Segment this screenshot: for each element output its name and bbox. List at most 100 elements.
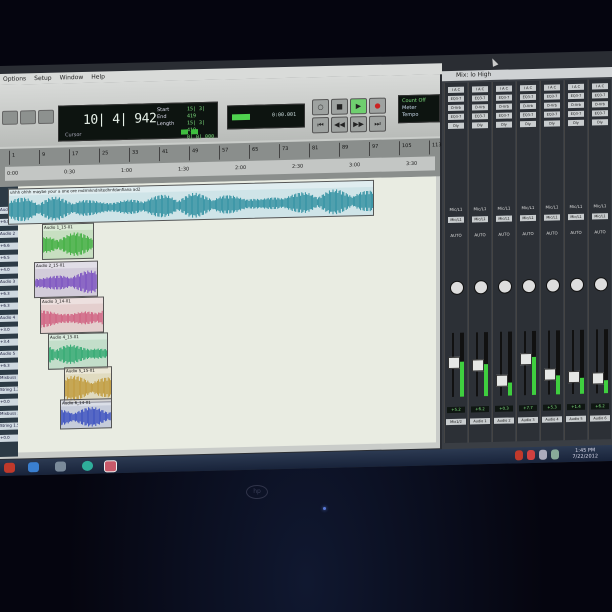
track-list-item[interactable]: Audio 4 xyxy=(0,314,18,322)
insert-slot[interactable]: Dly xyxy=(568,119,584,127)
insert-slot[interactable]: EQ3-7 xyxy=(472,95,488,102)
insert-slot[interactable]: EQ3-7 xyxy=(568,110,584,118)
auto-label[interactable]: AUTO xyxy=(520,231,536,237)
insert-slot[interactable]: I A C xyxy=(520,84,536,92)
media-icon[interactable] xyxy=(55,461,66,472)
volume-fader[interactable] xyxy=(520,352,532,365)
insert-slot[interactable]: I A C xyxy=(568,83,584,91)
clock[interactable]: 1:45 PM 7/22/2012 xyxy=(572,447,598,460)
track-list-item[interactable]: Mixbuss 1 xyxy=(0,374,18,382)
insert-slot[interactable]: I A C xyxy=(592,83,608,90)
input-selector[interactable]: Mic/L1 xyxy=(496,215,512,222)
stop-button[interactable]: ■ xyxy=(331,98,348,115)
insert-slot[interactable]: Dly xyxy=(496,121,512,128)
track-list-item[interactable]: +3.0 xyxy=(0,326,18,334)
auto-label[interactable]: AUTO xyxy=(496,231,512,237)
track-name[interactable]: Audio 5 xyxy=(566,415,586,423)
auto-label[interactable]: AUTO xyxy=(568,230,584,236)
online-button[interactable]: ○ xyxy=(312,98,329,116)
pan-knob-icon[interactable] xyxy=(450,280,464,296)
length-value[interactable]: 0| 0| 000 xyxy=(187,134,217,142)
track-list-item[interactable]: Audio 5 xyxy=(0,350,18,358)
io-label[interactable]: Mic/L1 xyxy=(520,205,536,211)
menu-help[interactable]: Help xyxy=(90,73,106,80)
insert-slot[interactable]: D-Vrb xyxy=(496,103,512,110)
insert-slot[interactable]: I A C xyxy=(448,86,464,94)
io-label[interactable]: Mic/L1 xyxy=(592,203,608,209)
tray-icon[interactable] xyxy=(527,449,535,461)
audio-region[interactable]: Audio 2_15-01 xyxy=(34,260,98,299)
io-label[interactable]: Mic/L1 xyxy=(496,205,512,211)
insert-slot[interactable]: EQ3-7 xyxy=(592,110,608,117)
menu-options[interactable]: Options xyxy=(2,75,27,83)
fast-forward-button[interactable]: ▶▶ xyxy=(350,116,367,133)
track-list-item[interactable]: String 1.3 xyxy=(0,386,18,394)
insert-slot[interactable]: EQ3-7 xyxy=(568,92,584,100)
go-to-end-button[interactable]: ⏭ xyxy=(369,115,386,132)
pan-knob-icon[interactable] xyxy=(522,278,536,294)
track-list-item[interactable]: +0.0 xyxy=(0,398,18,406)
start-icon[interactable] xyxy=(4,462,15,473)
volume-fader[interactable] xyxy=(568,370,580,383)
audio-region[interactable]: uhhh ohhh maybe your a one ore mdrmkndni… xyxy=(8,179,374,225)
protools-icon[interactable] xyxy=(104,460,117,473)
track-list-item[interactable]: +3.4 xyxy=(0,338,18,346)
track-list-item[interactable]: Audio 2 xyxy=(0,230,18,238)
insert-slot[interactable]: EQ3-7 xyxy=(520,93,536,101)
track-list-item[interactable]: +0.0 xyxy=(0,434,18,442)
volume-icon[interactable] xyxy=(539,449,547,460)
volume-fader[interactable] xyxy=(448,357,460,370)
insert-slot[interactable]: Dly xyxy=(544,120,560,127)
insert-slot[interactable]: EQ3-7 xyxy=(448,95,464,103)
pan-knob-icon[interactable] xyxy=(546,278,560,293)
track-name[interactable]: Audio 1 xyxy=(470,418,490,425)
rewind-button[interactable]: ◀◀ xyxy=(331,116,348,133)
track-list-item[interactable]: +6.6 xyxy=(0,242,18,250)
track-list-item[interactable]: +6.3 xyxy=(0,362,18,370)
track-name[interactable]: Audio 4 xyxy=(542,416,562,423)
track-list-item[interactable]: +6.3 xyxy=(0,302,18,310)
volume-fader[interactable] xyxy=(544,368,556,381)
insert-slot[interactable]: D-Vrb xyxy=(568,101,584,109)
insert-slot[interactable]: EQ3-7 xyxy=(472,113,488,120)
volume-fader[interactable] xyxy=(472,359,484,372)
insert-slot[interactable]: Dly xyxy=(472,122,488,129)
input-selector[interactable]: Mic/L1 xyxy=(592,213,608,220)
network-icon[interactable] xyxy=(551,449,559,460)
track-list-item[interactable]: +6.5 xyxy=(0,254,18,262)
track-name[interactable]: Audio 3 xyxy=(518,416,538,424)
auto-label[interactable]: AUTO xyxy=(544,230,560,236)
main-counter[interactable]: 10| 4| 942 Cursor Start End Length 15| 3… xyxy=(58,101,218,142)
track-name[interactable]: Mix1/2 xyxy=(446,418,466,426)
auto-label[interactable]: AUTO xyxy=(592,229,608,235)
insert-slot[interactable]: D-Vrb xyxy=(448,104,464,112)
io-label[interactable]: Mic/L1 xyxy=(544,204,560,210)
track-list-item[interactable]: Audio 3 xyxy=(0,278,18,286)
menu-setup[interactable]: Setup xyxy=(33,75,52,82)
input-selector[interactable]: Mic/L1 xyxy=(520,214,536,222)
grabber-tool-button[interactable] xyxy=(38,109,54,125)
input-selector[interactable]: Mic/L1 xyxy=(472,216,488,223)
return-to-zero-button[interactable]: ⏮ xyxy=(312,116,329,134)
insert-slot[interactable]: D-Vrb xyxy=(520,102,536,110)
insert-slot[interactable]: D-Vrb xyxy=(592,101,608,108)
insert-slot[interactable]: EQ3-7 xyxy=(592,92,608,99)
browser-icon[interactable] xyxy=(82,460,93,471)
insert-slot[interactable]: Dly xyxy=(592,119,608,126)
insert-slot[interactable]: EQ3-7 xyxy=(496,94,512,101)
insert-slot[interactable]: Dly xyxy=(520,120,536,128)
nudge-display[interactable]: 0:00.001 xyxy=(227,103,305,130)
pan-knob-icon[interactable] xyxy=(594,277,608,292)
volume-fader[interactable] xyxy=(496,374,508,388)
count-off-panel[interactable]: Count Off Meter Tempo xyxy=(398,94,440,124)
menu-window[interactable]: Window xyxy=(59,74,85,82)
insert-slot[interactable]: EQ3-7 xyxy=(496,112,512,119)
edit-arrange-area[interactable]: uhhh ohhh maybe your a one ore mdrmkndni… xyxy=(8,176,436,453)
insert-slot[interactable]: I A C xyxy=(472,86,488,93)
track-list-item[interactable]: +4.0 xyxy=(0,266,18,274)
input-selector[interactable]: Mic/L1 xyxy=(568,213,584,221)
zoom-tool-button[interactable] xyxy=(2,110,18,125)
io-label[interactable]: Mic/L1 xyxy=(568,204,584,210)
audio-region[interactable]: Audio 6_14-01 xyxy=(60,398,112,430)
io-label[interactable]: Mic/L1 xyxy=(448,207,464,213)
